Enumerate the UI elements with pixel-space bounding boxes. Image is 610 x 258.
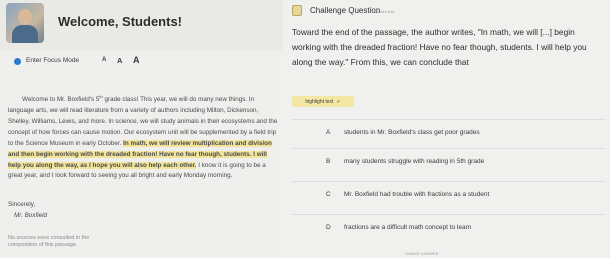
closing: Sincerely,: [8, 201, 36, 208]
answer-choice-d[interactable]: D fractions are a difficult math concept…: [292, 214, 606, 243]
font-size-large-button[interactable]: A: [133, 55, 140, 65]
teacher-avatar: [6, 3, 44, 43]
highlight-text-label: highlight text: [305, 98, 334, 105]
choice-text: many students struggle with reading in 5…: [344, 158, 485, 165]
question-stem: Toward the end of the passage, the autho…: [292, 27, 587, 67]
challenge-question-title: Challenge Question: [310, 6, 381, 15]
answer-choice-b[interactable]: B many students struggle with reading in…: [292, 148, 606, 177]
signature: Mr. Boxfield: [14, 212, 48, 219]
answer-choice-a[interactable]: A students in Mr. Boxfield's class get p…: [292, 119, 606, 148]
avatar-head: [18, 9, 32, 25]
choice-letter: C: [326, 191, 331, 198]
passage-intro: Welcome to Mr. Boxfield's 5: [22, 96, 100, 104]
choice-letter: B: [326, 158, 331, 165]
reading-passage: Welcome to Mr. Boxfield's 5th grade clas…: [8, 92, 280, 182]
focus-mode-button[interactable]: Enter Focus Mode: [26, 57, 79, 64]
reading-toolbar: Enter Focus Mode A A A: [0, 53, 283, 71]
checkmark-icon: ✓: [336, 98, 341, 105]
answer-choice-c[interactable]: C Mr. Boxfield had trouble with fraction…: [292, 181, 606, 210]
challenge-question-icon: [292, 5, 302, 16]
highlight-text-button[interactable]: highlight text ✓: [292, 96, 354, 107]
font-size-medium-button[interactable]: A: [117, 56, 122, 65]
footnote-line-2: composition of this passage.: [8, 242, 78, 248]
avatar-body: [12, 25, 38, 43]
focus-mode-icon[interactable]: [14, 58, 21, 65]
whats-this-link[interactable]: What's this: [375, 9, 394, 14]
choice-text: fractions are a difficult math concept t…: [344, 224, 472, 231]
submit-answer-button[interactable]: SUBMIT ANSWER: [405, 251, 439, 256]
choice-letter: A: [326, 129, 331, 136]
footnote-line-1: No sources were consulted in the: [8, 235, 90, 241]
passage-intro-rest: grade class! This year, we will do many …: [102, 96, 227, 104]
choice-text: students in Mr. Boxfield's class get poo…: [344, 129, 480, 136]
choice-letter: D: [326, 224, 331, 231]
choice-text: Mr. Boxfield had trouble with fractions …: [344, 191, 490, 198]
welcome-heading: Welcome, Students!: [58, 14, 183, 29]
source-footnote: No sources were consulted in the composi…: [8, 235, 89, 249]
font-size-small-button[interactable]: A: [102, 57, 106, 63]
